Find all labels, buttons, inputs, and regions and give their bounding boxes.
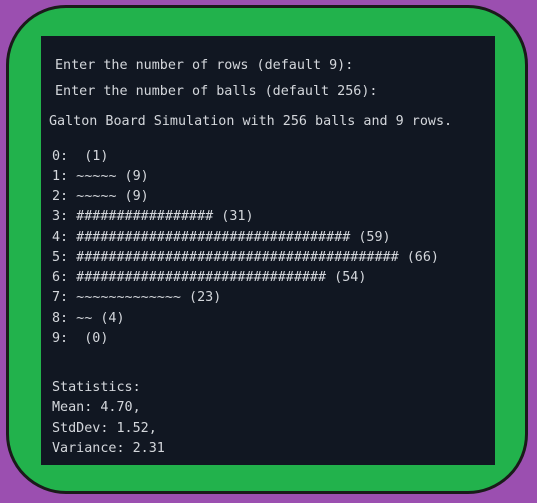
histogram-row: 6: ############################### (54): [52, 270, 367, 285]
statistics-header: Statistics:: [52, 380, 141, 395]
histogram-row: 2: ~~~~~ (9): [52, 189, 149, 204]
simulation-title: Galton Board Simulation with 256 balls a…: [49, 114, 453, 129]
histogram-row: 3: ################# (31): [52, 209, 254, 224]
histogram-row: 1: ~~~~~ (9): [52, 169, 149, 184]
statistics-stddev: StdDev: 1.52,: [52, 421, 157, 436]
histogram-row: 5: #####################################…: [52, 250, 439, 265]
statistics-variance: Variance: 2.31: [52, 441, 165, 456]
histogram-row: 9: (0): [52, 331, 109, 346]
histogram-row: 7: ~~~~~~~~~~~~~ (23): [52, 290, 222, 305]
prompt-rows: Enter the number of rows (default 9):: [55, 58, 354, 73]
prompt-balls: Enter the number of balls (default 256):: [55, 84, 378, 99]
histogram-row: 8: ~~ (4): [52, 311, 125, 326]
terminal-output[interactable]: Enter the number of rows (default 9): En…: [41, 36, 495, 465]
statistics-mean: Mean: 4.70,: [52, 400, 141, 415]
histogram-row: 4: ################################## (5…: [52, 230, 391, 245]
histogram-row: 0: (1): [52, 149, 109, 164]
